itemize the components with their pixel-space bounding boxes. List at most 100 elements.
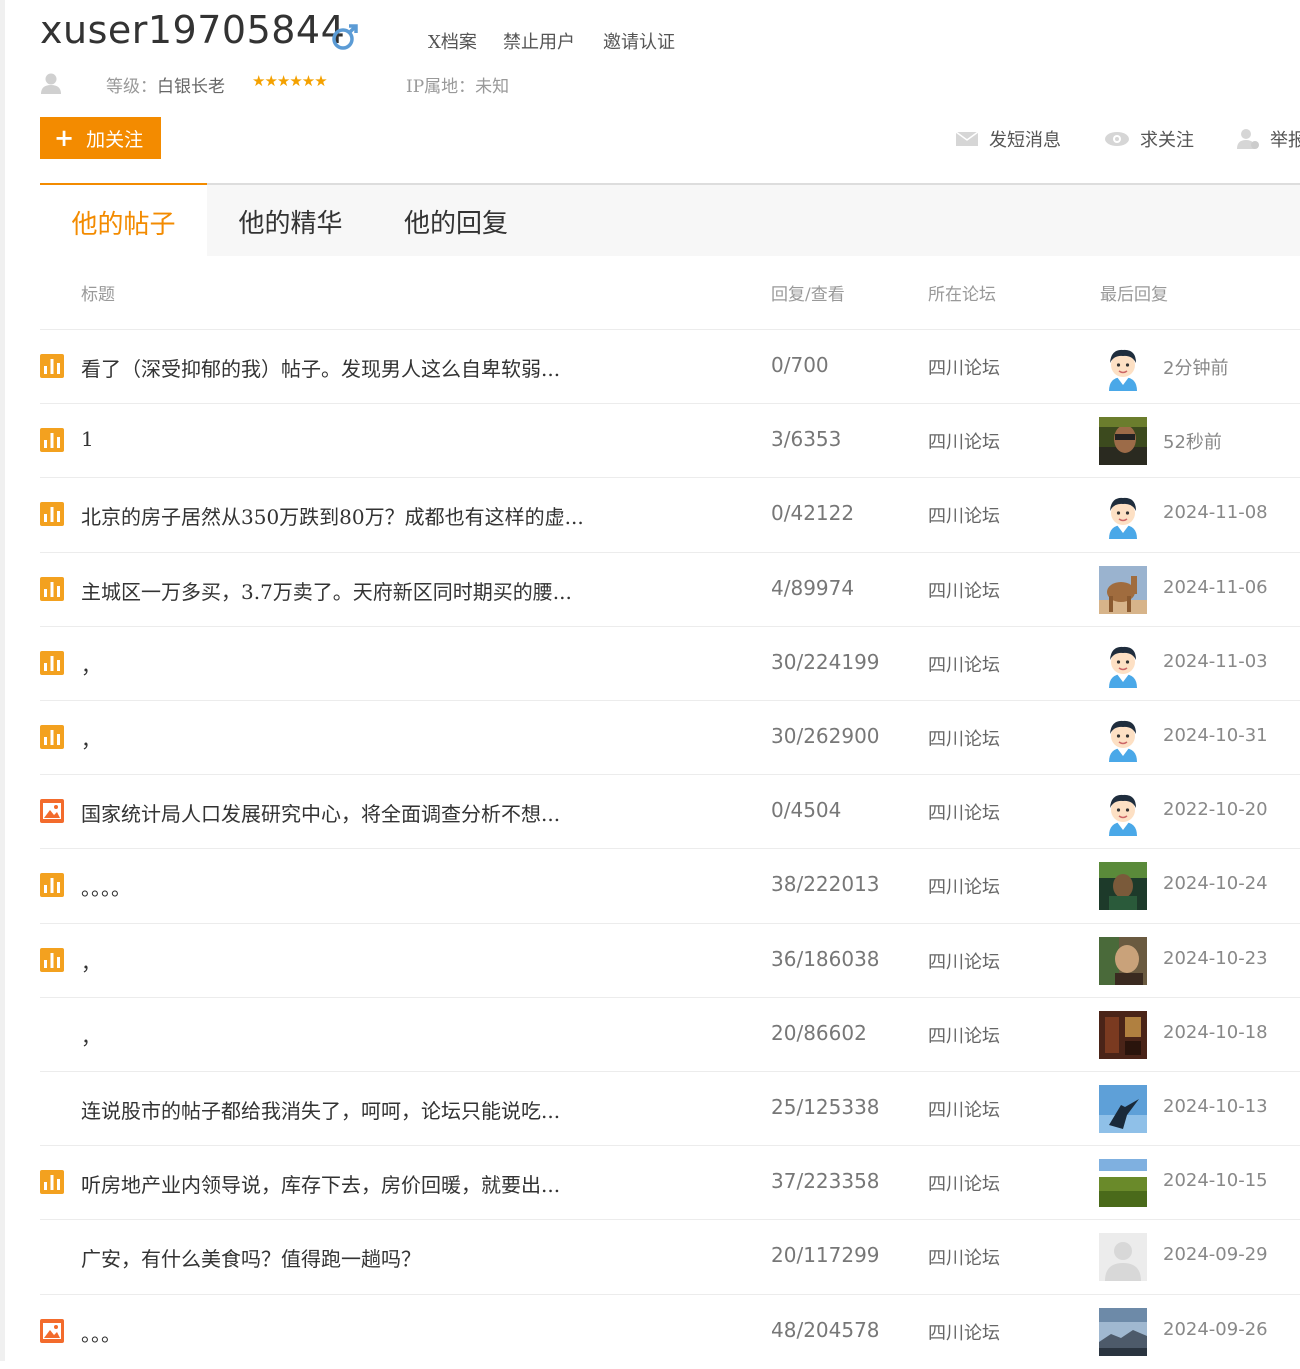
last-reply-time: 2024-11-06: [1163, 576, 1268, 598]
reply-view-count: 4/89974: [771, 575, 855, 600]
last-reply-time: 2024-09-26: [1163, 1318, 1268, 1340]
bar-chart-icon: [40, 947, 64, 972]
photo-avatar-green[interactable]: [1099, 862, 1147, 911]
cartoon-avatar-icon[interactable]: [1099, 491, 1147, 540]
level-stars: ★★★★★★: [252, 72, 328, 90]
report-button[interactable]: 举报: [1236, 126, 1300, 152]
forum-link[interactable]: 四川论坛: [928, 428, 1000, 454]
post-title-link[interactable]: ，: [81, 947, 101, 976]
photo-avatar-room[interactable]: [1099, 1010, 1147, 1059]
table-row[interactable]: ， 30/224199 四川论坛 2024-11-03: [0, 627, 1300, 701]
post-title-link[interactable]: 。。。。: [81, 872, 131, 901]
col-title: 标题: [81, 285, 115, 305]
post-title-link[interactable]: 主城区一万多买，3.7万卖了。天府新区同时期买的腰...: [81, 576, 572, 605]
bar-chart-icon: [40, 354, 64, 378]
reply-view-count: 36/186038: [771, 946, 880, 971]
table-row[interactable]: 听房地产业内领导说，库存下去，房价回暖，就要出... 37/223358 四川论坛 2…: [0, 1146, 1300, 1220]
table-row[interactable]: 。。。 48/204578 四川论坛 2024-09-26: [0, 1295, 1300, 1369]
post-title-link[interactable]: 国家统计局人口发展研究中心，将全面调查分析不想...: [81, 798, 560, 827]
default-avatar-icon[interactable]: [1099, 1233, 1147, 1282]
forum-link[interactable]: 四川论坛: [928, 502, 1000, 528]
tab-my-essence[interactable]: 他的精华: [207, 185, 374, 258]
reply-view-count: 20/86602: [771, 1020, 867, 1045]
table-row[interactable]: 国家统计局人口发展研究中心，将全面调查分析不想... 0/4504 四川论坛 2022…: [0, 775, 1300, 849]
invite-verify-link[interactable]: 邀请认证: [603, 28, 675, 54]
last-reply-time: 2024-10-18: [1163, 1021, 1268, 1043]
table-row[interactable]: 北京的房子居然从350万跌到80万？成都也有这样的虚... 0/42122 四川论坛…: [0, 478, 1300, 552]
post-title-link[interactable]: ，: [81, 1021, 101, 1050]
post-title-link[interactable]: 。。。: [81, 1318, 121, 1347]
forum-link[interactable]: 四川论坛: [928, 354, 1000, 380]
forum-link[interactable]: 四川论坛: [928, 948, 1000, 974]
last-reply-time: 2024-10-31: [1163, 725, 1268, 746]
ip-label: IP属地：: [406, 77, 476, 97]
last-reply-time: 52秒前: [1163, 432, 1222, 454]
image-icon: [40, 799, 64, 824]
user-icon: [41, 73, 61, 94]
reply-view-count: 38/222013: [771, 872, 880, 897]
bar-chart-icon: [40, 502, 64, 527]
report-label: 举报: [1270, 130, 1300, 151]
post-title-link[interactable]: ，: [81, 650, 101, 679]
post-title-link[interactable]: 广安，有什么美食吗？值得跑一趟吗？: [81, 1243, 421, 1272]
photo-avatar-person[interactable]: [1099, 936, 1147, 985]
last-reply-time: 2022-10-20: [1163, 799, 1268, 821]
ban-user-link[interactable]: 禁止用户: [503, 28, 575, 54]
last-reply-time: 2024-11-08: [1163, 502, 1268, 524]
post-title-link[interactable]: 听房地产业内领导说，库存下去，房价回暖，就要出...: [81, 1169, 560, 1198]
post-title-link[interactable]: 1: [81, 427, 94, 451]
reply-view-count: 37/223358: [771, 1169, 880, 1194]
envelope-icon: [955, 131, 979, 146]
table-row[interactable]: ， 36/186038 四川论坛 2024-10-23: [0, 924, 1300, 998]
cartoon-avatar-icon[interactable]: [1099, 788, 1147, 837]
table-row[interactable]: ， 30/262900 四川论坛 2024-10-31: [0, 701, 1300, 775]
forum-link[interactable]: 四川论坛: [928, 1244, 1000, 1270]
table-row[interactable]: 主城区一万多买，3.7万卖了。天府新区同时期买的腰... 4/89974 四川论坛 2…: [0, 553, 1300, 627]
photo-avatar-camel[interactable]: [1099, 565, 1147, 614]
cartoon-avatar-icon[interactable]: [1099, 639, 1147, 688]
photo-avatar-man[interactable]: [1099, 417, 1147, 466]
seek-follow-button[interactable]: 求关注: [1104, 126, 1194, 152]
post-title-link[interactable]: 北京的房子居然从350万跌到80万？成都也有这样的虚...: [81, 501, 584, 530]
last-reply-time: 2分钟前: [1163, 358, 1229, 379]
table-row[interactable]: 连说股市的帖子都给我消失了，呵呵，论坛只能说吃... 25/125338 四川论坛 2…: [0, 1072, 1300, 1146]
follow-button[interactable]: + 加关注: [40, 117, 161, 159]
level-value: 白银长老: [157, 77, 225, 97]
post-title-link[interactable]: 看了（深受抑郁的我）帖子。发现男人这么自卑软弱...: [81, 353, 560, 382]
cartoon-avatar-icon[interactable]: [1099, 714, 1147, 762]
male-icon: [332, 24, 358, 50]
bar-chart-icon: [40, 1170, 64, 1195]
post-title-link[interactable]: 连说股市的帖子都给我消失了，呵呵，论坛只能说吃...: [81, 1095, 560, 1124]
photo-avatar-mountain[interactable]: [1099, 1307, 1147, 1356]
table-row[interactable]: 广安，有什么美食吗？值得跑一趟吗？ 20/117299 四川论坛 2024-09-29: [0, 1220, 1300, 1294]
photo-avatar-field[interactable]: [1099, 1159, 1147, 1208]
forum-link[interactable]: 四川论坛: [928, 873, 1000, 899]
table-row[interactable]: 看了（深受抑郁的我）帖子。发现男人这么自卑软弱... 0/700 四川论坛 2分钟前: [0, 330, 1300, 404]
forum-link[interactable]: 四川论坛: [928, 799, 1000, 825]
reply-view-count: 0/4504: [771, 798, 842, 823]
photo-avatar-sky[interactable]: [1099, 1085, 1147, 1133]
forum-link[interactable]: 四川论坛: [928, 1319, 1000, 1345]
user-level: 等级：白银长老: [106, 72, 225, 97]
forum-link[interactable]: 四川论坛: [928, 651, 1000, 677]
cartoon-avatar-icon[interactable]: [1099, 343, 1147, 391]
col-stats: 回复/查看: [771, 285, 845, 305]
table-row[interactable]: 1 3/6353 四川论坛 52秒前: [0, 404, 1300, 478]
table-row[interactable]: ， 20/86602 四川论坛 2024-10-18: [0, 998, 1300, 1072]
tab-my-replies[interactable]: 他的回复: [374, 185, 538, 258]
tab-my-posts[interactable]: 他的帖子: [40, 183, 207, 260]
reply-view-count: 25/125338: [771, 1095, 880, 1119]
forum-link[interactable]: 四川论坛: [928, 1022, 1000, 1048]
table-row[interactable]: 。。。。 38/222013 四川论坛 2024-10-24: [0, 849, 1300, 923]
forum-link[interactable]: 四川论坛: [928, 1096, 1000, 1122]
reply-view-count: 20/117299: [771, 1243, 880, 1268]
forum-link[interactable]: 四川论坛: [928, 577, 1000, 603]
col-last-reply: 最后回复: [1100, 285, 1168, 305]
forum-link[interactable]: 四川论坛: [928, 725, 1000, 751]
forum-link[interactable]: 四川论坛: [928, 1170, 1000, 1196]
send-message-button[interactable]: 发短消息: [955, 126, 1061, 152]
seek-follow-label: 求关注: [1140, 130, 1194, 151]
post-title-link[interactable]: ，: [81, 724, 101, 753]
x-archive-link[interactable]: X档案: [428, 28, 477, 54]
last-reply-time: 2024-10-23: [1163, 947, 1268, 969]
